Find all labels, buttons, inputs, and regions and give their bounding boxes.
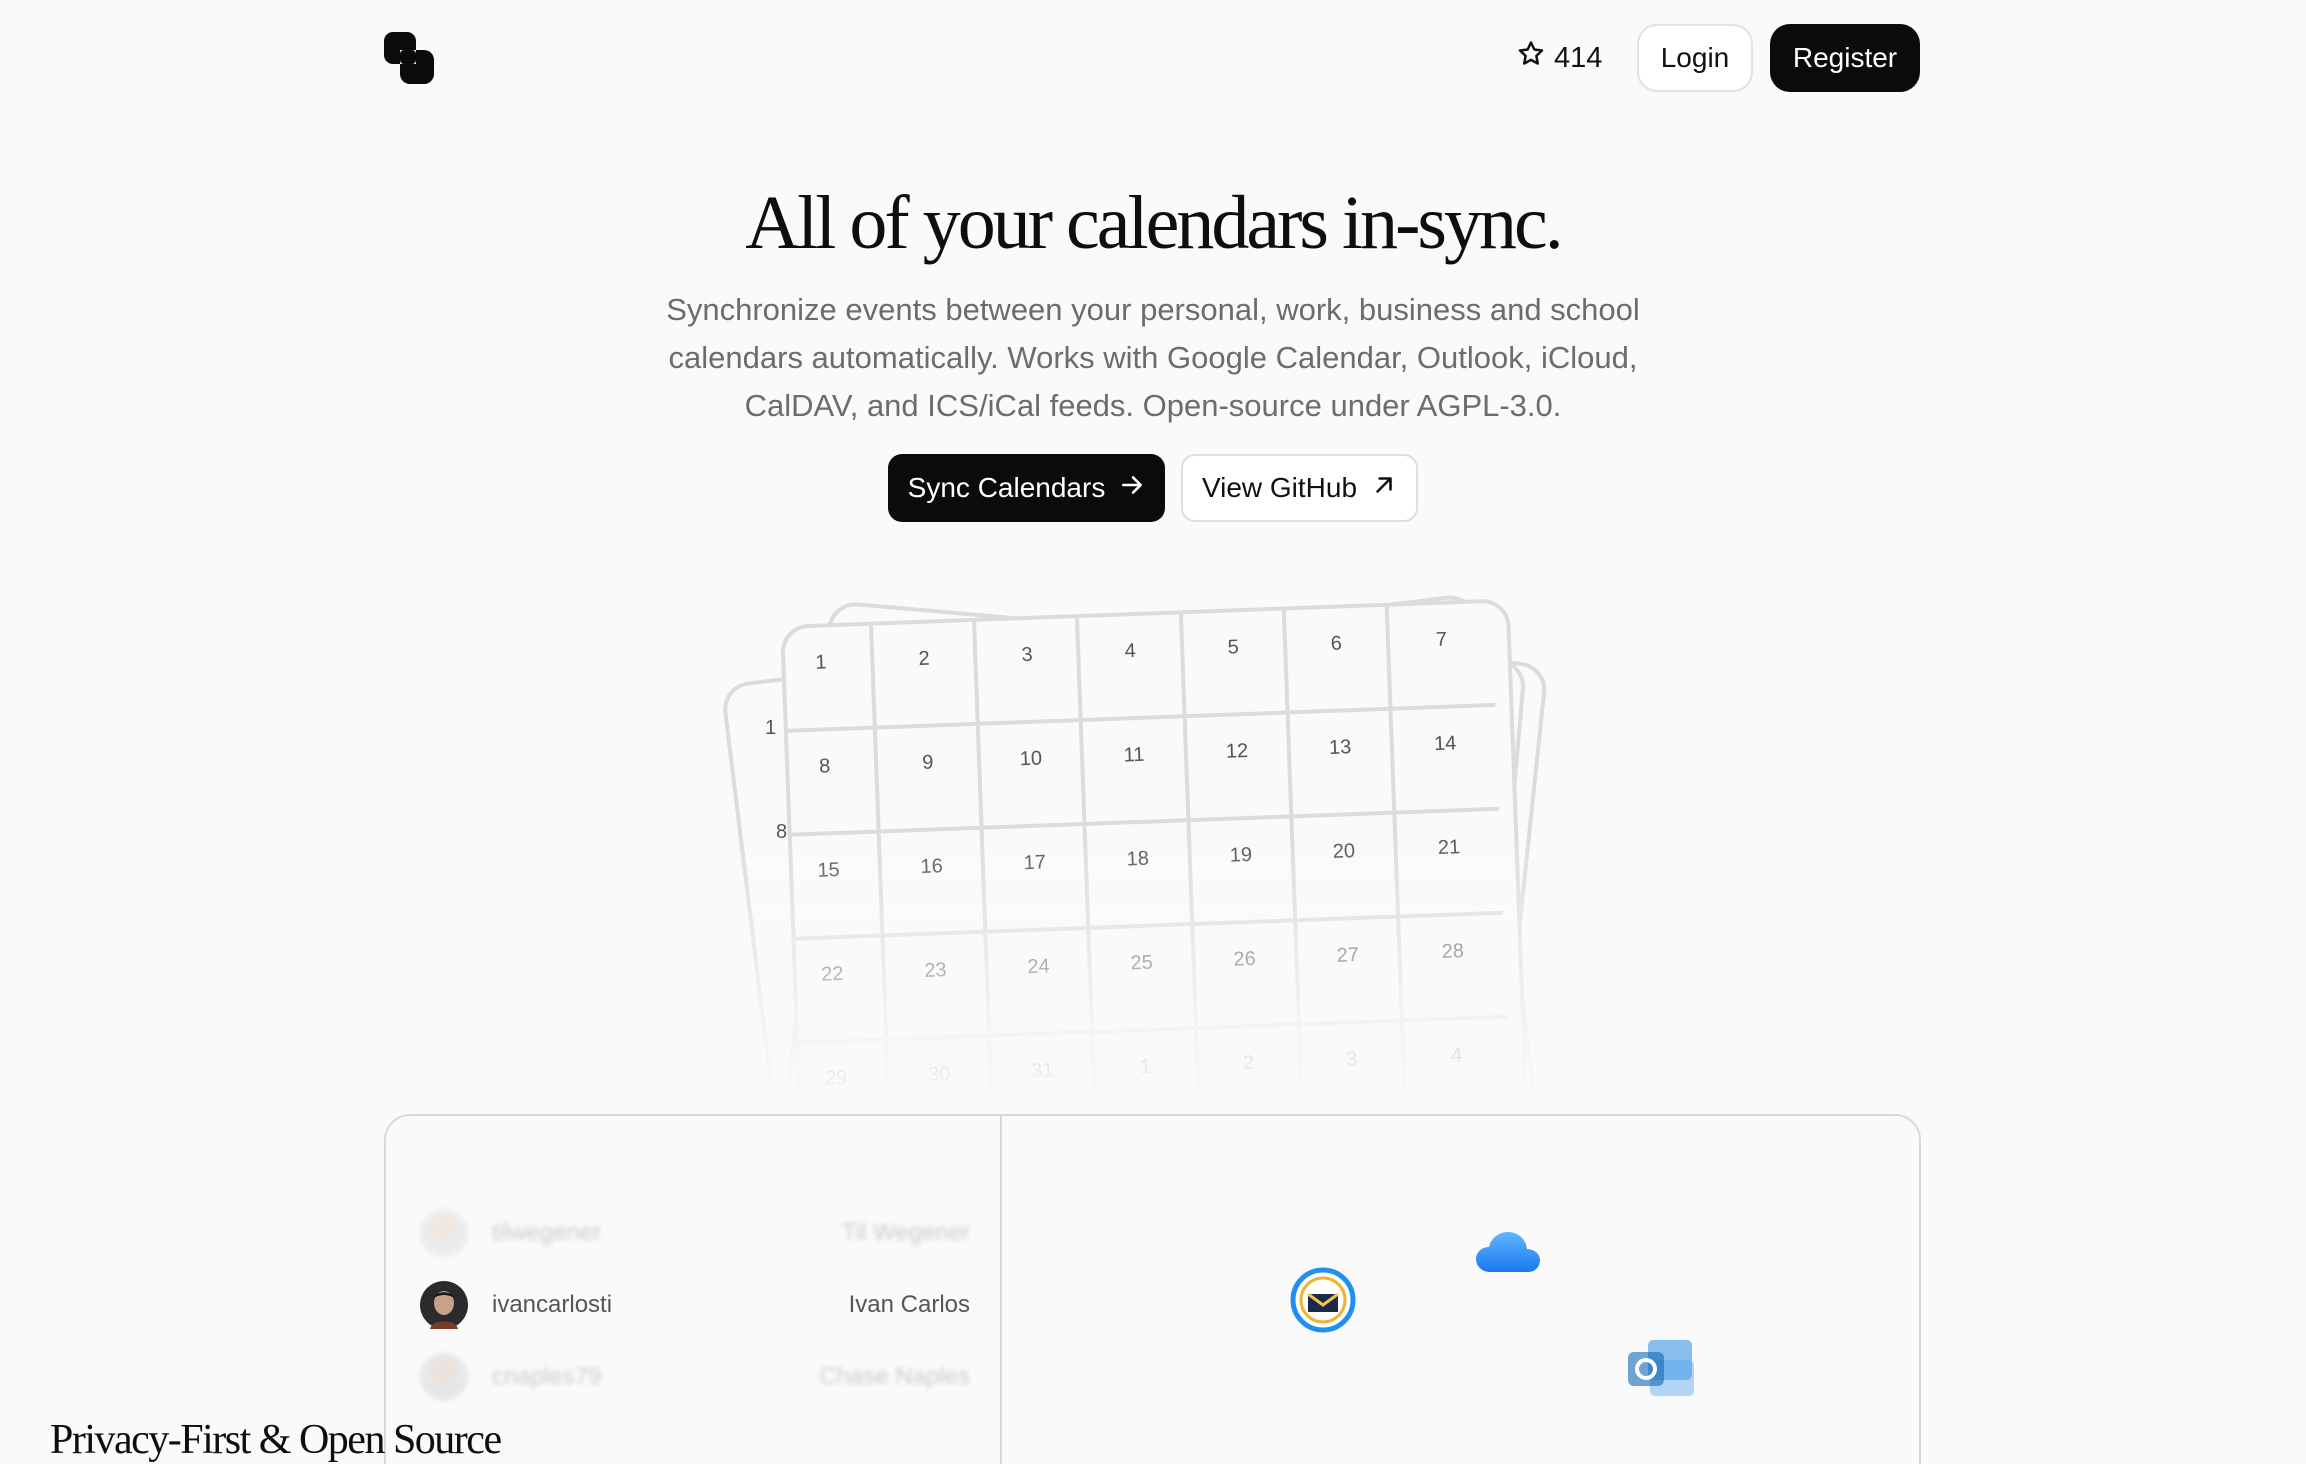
sync-calendars-button[interactable]: Sync Calendars — [888, 454, 1165, 522]
calendar-day-cell: 3 — [976, 618, 1084, 726]
outlook-icon — [1626, 1338, 1696, 1400]
calendar-illustration: 1 1 8 1234567891011121314151617181920212… — [680, 585, 1620, 1345]
calendar-day-cell: 25 — [1090, 926, 1198, 1034]
contributor-name: Ivan Carlos — [848, 1291, 970, 1318]
calendar-day-cell: 4 — [1079, 614, 1187, 722]
calendar-day-cell: 8 — [780, 729, 881, 838]
feature-heading: Privacy-First & Open Source — [50, 1417, 502, 1463]
back-calendar-day: 1 — [765, 717, 777, 739]
landing-page: 414 Login Register All of your calendars… — [0, 0, 2306, 1464]
contributor-name: Til Wegener — [841, 1219, 970, 1246]
calendar-day-cell: 28 — [1400, 914, 1507, 1023]
calendar-day-cell: 26 — [1193, 922, 1301, 1030]
calendar-day-cell: 22 — [781, 937, 889, 1046]
calendar-day-cell: 5 — [1182, 610, 1290, 719]
calendar-day-cell: 15 — [780, 833, 885, 942]
arrow-right-icon — [1119, 472, 1145, 505]
calendar-day-cell: 10 — [980, 721, 1087, 830]
calendar-day-cell: 2 — [873, 621, 981, 730]
calendar-day-cell: 18 — [1086, 822, 1194, 930]
avatar — [420, 1281, 468, 1329]
calendar-day-cell: 7 — [1388, 602, 1496, 711]
thunderbird-icon — [1289, 1266, 1357, 1334]
contributor-name: Chase Naples — [819, 1363, 970, 1390]
calendar-day-cell: 21 — [1396, 810, 1504, 919]
calendar-day-cell: 11 — [1083, 718, 1191, 826]
card-divider — [1000, 1116, 1002, 1464]
calendar-day-cell: 4 — [1403, 1018, 1511, 1127]
hero-title: All of your calendars in-sync. — [745, 181, 1563, 265]
contributor-row[interactable]: tilwegener Til Wegener — [420, 1208, 970, 1258]
features-card: tilwegener Til Wegener ivancarlosti Ivan… — [384, 1114, 1921, 1464]
avatar — [420, 1209, 468, 1257]
contributor-handle: ivancarlosti — [492, 1291, 613, 1318]
calendar-day-cell: 20 — [1293, 814, 1401, 923]
calendar-day-cell: 9 — [877, 725, 984, 834]
calendar-day-cell: 1 — [780, 625, 878, 734]
calendar-day-cell: 14 — [1392, 706, 1500, 815]
hero-subtitle: Synchronize events between your personal… — [666, 292, 1640, 423]
calendar-day-cell: 12 — [1186, 714, 1294, 823]
calendar-day-cell: 24 — [987, 929, 1095, 1038]
sync-calendars-label: Sync Calendars — [907, 472, 1106, 503]
register-button[interactable]: Register — [1770, 24, 1920, 92]
contributor-handle: cnaples79 — [492, 1363, 602, 1390]
calendar-day-cell: 13 — [1289, 710, 1397, 819]
view-github-label: View GitHub — [1201, 472, 1358, 503]
logo-icon[interactable] — [384, 32, 434, 84]
github-stars[interactable]: 414 — [1516, 40, 1602, 76]
back-calendar-day: 8 — [776, 821, 788, 843]
avatar — [420, 1353, 468, 1401]
star-count: 414 — [1554, 41, 1603, 74]
calendar-day-cell: 19 — [1190, 818, 1297, 927]
login-button[interactable]: Login — [1637, 24, 1753, 92]
icloud-icon — [1474, 1228, 1544, 1276]
calendar-day-cell: 17 — [983, 825, 1091, 934]
star-icon — [1516, 39, 1546, 77]
calendar-day-cell: 23 — [884, 933, 992, 1042]
contributor-row[interactable]: ivancarlosti Ivan Carlos — [420, 1280, 970, 1330]
contributor-handle: tilwegener — [492, 1219, 602, 1246]
calendar-day-cell: 6 — [1285, 606, 1393, 715]
calendar-day-cell: 27 — [1296, 918, 1404, 1027]
contributor-row[interactable]: cnaples79 Chase Naples — [420, 1352, 970, 1402]
calendar-day-cell: 16 — [880, 829, 988, 938]
view-github-button[interactable]: View GitHub — [1181, 454, 1418, 522]
external-link-icon — [1371, 472, 1397, 505]
